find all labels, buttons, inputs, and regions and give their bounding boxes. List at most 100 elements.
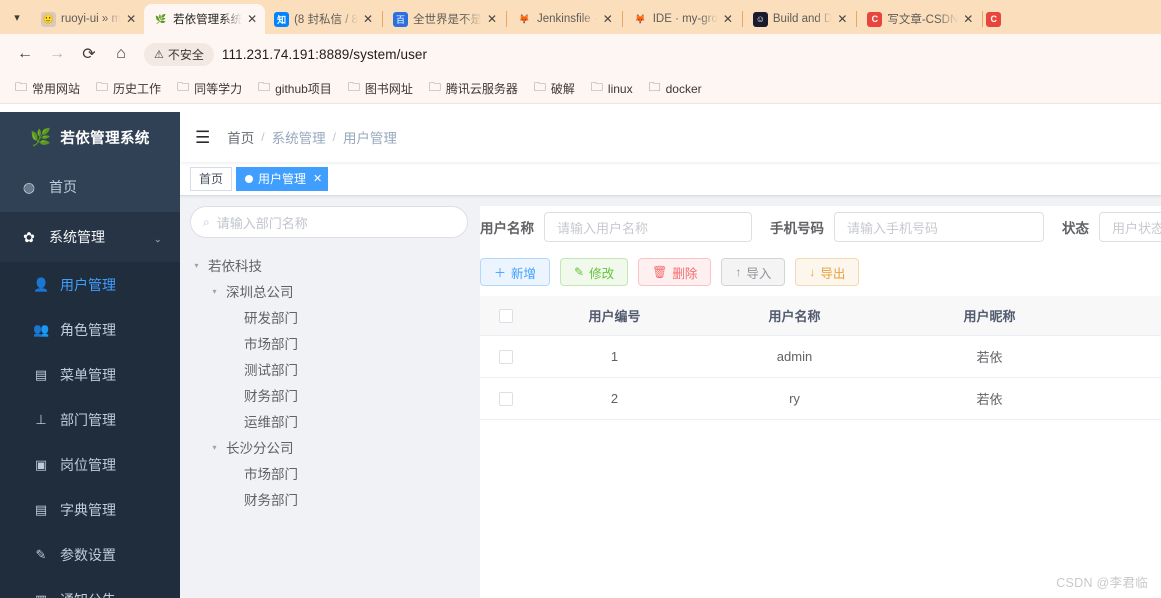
browser-tab-title: 若依管理系统 <box>173 14 243 26</box>
export-button[interactable]: ↓ 导出 <box>795 258 860 286</box>
tab-close-icon[interactable]: ✕ <box>363 13 375 25</box>
tab-close-icon[interactable]: ✕ <box>837 13 849 25</box>
column-header-username[interactable]: 用户名称 <box>697 296 892 336</box>
bookmark-item[interactable]: 🗀 github项目 <box>251 75 339 102</box>
tree-node[interactable]: 运维部门 <box>190 408 468 434</box>
add-button[interactable]: ＋ 新增 <box>480 258 551 286</box>
tag-view-user-management[interactable]: 用户管理 ✕ <box>236 166 329 191</box>
dept-tree: ▾ 若依科技 ▾ 深圳总公司 研发部门 市场部门 测试部门 财务部门 运维部门 ▾ 长… <box>190 252 468 512</box>
column-header-userid[interactable]: 用户编号 <box>532 296 697 336</box>
sidebar-item-role-management[interactable]: 👥 角色管理 <box>0 307 180 352</box>
phone-input[interactable]: 请输入手机号码 <box>834 212 1044 242</box>
tree-node-label: 运维部门 <box>244 415 298 430</box>
breadcrumb-separator: / <box>261 130 265 144</box>
tag-view-home[interactable]: 首页 <box>190 166 233 191</box>
bookmark-label: linux <box>607 81 633 96</box>
status-select[interactable]: 用户状态 <box>1099 212 1161 242</box>
sidebar-item-menu-management[interactable]: ▤ 菜单管理 <box>0 352 180 397</box>
sidebar: 🌿 若依管理系统 ◍ 首页 ✿ 系统管理 ⌃ 👤 用户管理 👥 角色管理 ▤ 菜… <box>0 112 180 598</box>
forward-button-icon[interactable]: → <box>42 39 72 69</box>
tree-node[interactable]: 财务部门 <box>190 382 468 408</box>
sidebar-item-home[interactable]: ◍ 首页 <box>0 162 180 212</box>
tab-close-icon[interactable]: ✕ <box>963 13 975 25</box>
tree-node[interactable]: ▾ 若依科技 <box>190 252 468 278</box>
bookmark-item[interactable]: 🗀 图书网址 <box>341 75 420 102</box>
tree-node[interactable]: 市场部门 <box>190 330 468 356</box>
sidebar-item-post-management[interactable]: ▣ 岗位管理 <box>0 442 180 487</box>
tree-node[interactable]: 市场部门 <box>190 460 468 486</box>
tab-list-chevron-down-icon[interactable]: ▾ <box>2 2 32 32</box>
bookmark-item[interactable]: 🗀 历史工作 <box>89 75 168 102</box>
tab-close-icon[interactable]: ✕ <box>487 13 499 25</box>
delete-button[interactable]: 🗑 删除 <box>638 258 712 286</box>
bookmark-item[interactable]: 🗀 同等学力 <box>170 75 249 102</box>
bookmark-item[interactable]: 🗀 linux <box>584 75 640 102</box>
hamburger-fold-icon[interactable]: ☰ <box>195 129 210 146</box>
browser-tab[interactable]: 百 全世界是不是 ✕ <box>384 4 505 34</box>
username-input[interactable]: 请输入用户名称 <box>544 212 752 242</box>
tree-node-label: 财务部门 <box>244 389 298 404</box>
tab-close-icon[interactable]: ✕ <box>247 13 259 25</box>
tree-node[interactable]: 测试部门 <box>190 356 468 382</box>
caret-down-icon[interactable]: ▾ <box>208 287 221 296</box>
table-row[interactable]: 1 admin 若依 <box>480 335 1161 378</box>
reload-button-icon[interactable]: ⟳ <box>74 39 104 69</box>
column-header-nickname[interactable]: 用户昵称 <box>892 296 1087 336</box>
bookmark-item[interactable]: 🗀 腾讯云服务器 <box>422 75 525 102</box>
sidebar-item-user-management[interactable]: 👤 用户管理 <box>0 262 180 307</box>
build-icon: ☺ <box>752 11 768 27</box>
plus-icon: ＋ <box>494 265 507 280</box>
browser-tab[interactable]: C 写文章-CSDN ✕ <box>858 4 981 34</box>
address-bar[interactable]: ⚠ 不安全 111.231.74.191:8889/system/user <box>144 40 1151 68</box>
bookmark-label: 历史工作 <box>113 82 162 96</box>
tab-close-icon[interactable]: ✕ <box>126 13 138 25</box>
bookmark-label: 常用网站 <box>32 82 81 96</box>
back-button-icon[interactable]: ← <box>10 39 40 69</box>
tree-node[interactable]: 财务部门 <box>190 486 468 512</box>
dept-search-input[interactable]: ⌕ 请输入部门名称 <box>190 206 468 238</box>
tab-close-icon[interactable]: ✕ <box>603 13 615 25</box>
browser-tab[interactable]: 🦊 Jenkinsfile · ✕ <box>508 4 621 34</box>
browser-chrome: ▾ 🙂 ruoyi-ui » m ✕ 🌿 若依管理系统 ✕ 知 (8 封私信 /… <box>0 0 1161 104</box>
sidebar-item-dept-management[interactable]: ⊥ 部门管理 <box>0 397 180 442</box>
browser-tab[interactable]: 🙂 ruoyi-ui » m ✕ <box>32 4 144 34</box>
home-button-icon[interactable]: ⌂ <box>106 39 136 69</box>
browser-tab-partial[interactable]: C <box>984 4 1024 34</box>
image-icon: 🙂 <box>41 11 56 27</box>
browser-tab[interactable]: ☺ Build and D ✕ <box>744 4 855 34</box>
breadcrumb-item-home[interactable]: 首页 <box>227 127 254 147</box>
pencil-icon: ✎ <box>574 265 585 279</box>
bookmark-item[interactable]: 🗀 docker <box>642 75 709 102</box>
browser-tab[interactable]: 🦊 IDE · my-gro ✕ <box>624 4 741 34</box>
tree-node[interactable]: ▾ 长沙分公司 <box>190 434 468 460</box>
tree-node[interactable]: ▾ 深圳总公司 <box>190 278 468 304</box>
user-table-head: 用户编号 用户名称 用户昵称 <box>480 296 1161 336</box>
browser-tab[interactable]: 知 (8 封私信 / 8 ✕ <box>265 4 381 34</box>
bookmark-item[interactable]: 🗀 破解 <box>527 75 582 102</box>
edit-button[interactable]: ✎ 修改 <box>560 258 629 286</box>
tab-close-icon[interactable]: ✕ <box>723 13 735 25</box>
sidebar-item-system[interactable]: ✿ 系统管理 ⌃ <box>0 212 180 262</box>
sidebar-item-dict-management[interactable]: ▤ 字典管理 <box>0 487 180 532</box>
select-all-checkbox[interactable] <box>499 309 513 324</box>
import-button[interactable]: ↑ 导入 <box>721 258 786 286</box>
cell-overflow <box>1087 377 1161 420</box>
tree-node[interactable]: 研发部门 <box>190 304 468 330</box>
gitlab-icon: 🦊 <box>518 13 531 24</box>
csdn-icon: C <box>986 11 1002 27</box>
tag-close-icon[interactable]: ✕ <box>313 173 322 184</box>
bookmark-item[interactable]: 🗀 常用网站 <box>8 75 87 102</box>
sidebar-item-config-settings[interactable]: ✎ 参数设置 <box>0 532 180 577</box>
folder-icon: 🗀 <box>590 80 603 94</box>
row-checkbox[interactable] <box>499 349 513 364</box>
sidebar-item-notice[interactable]: ▥ 通知公告 <box>0 577 180 598</box>
table-row[interactable]: 2 ry 若依 <box>480 377 1161 420</box>
caret-down-icon[interactable]: ▾ <box>208 443 221 452</box>
tree-node-label: 市场部门 <box>244 467 298 482</box>
row-checkbox[interactable] <box>499 391 513 406</box>
security-status-chip[interactable]: ⚠ 不安全 <box>144 42 214 66</box>
sidebar-logo[interactable]: 🌿 若依管理系统 <box>0 112 180 162</box>
browser-tab-active[interactable]: 🌿 若依管理系统 ✕ <box>144 4 266 34</box>
caret-down-icon[interactable]: ▾ <box>190 261 203 270</box>
breadcrumb-item-system[interactable]: 系统管理 <box>272 127 326 147</box>
